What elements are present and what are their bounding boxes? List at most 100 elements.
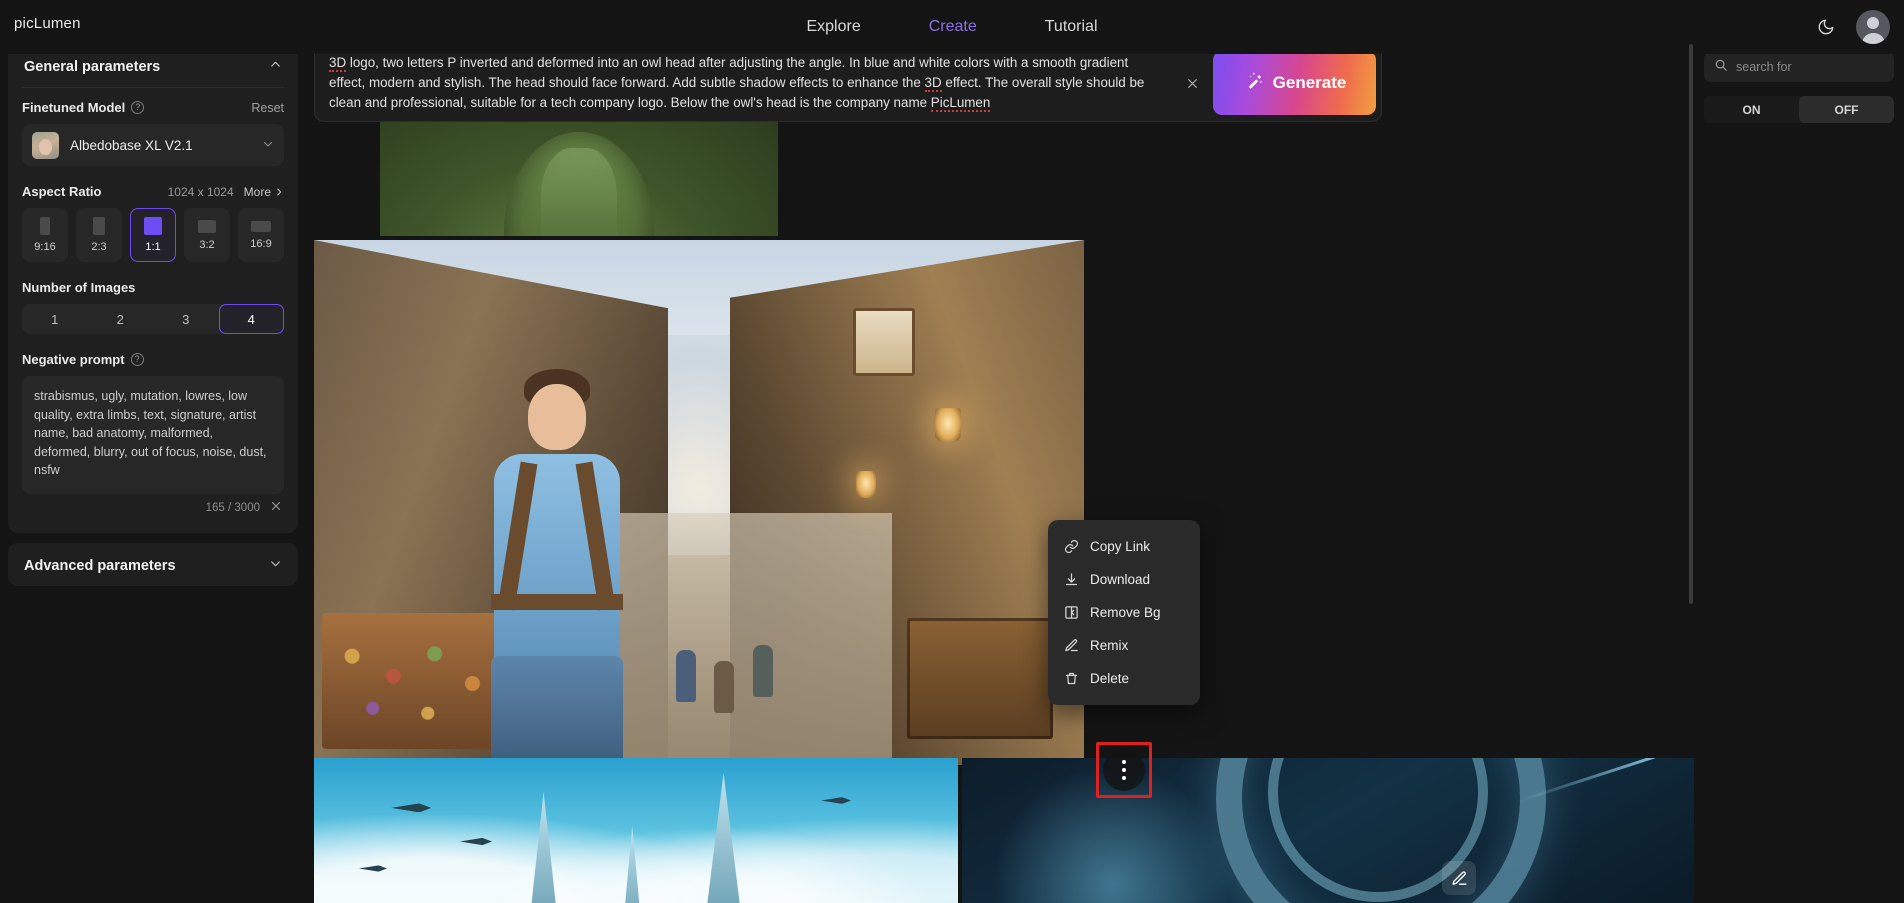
- aspect-ratio-option-3-2[interactable]: 3:2: [184, 208, 230, 262]
- aspect-ratio-option-1-1[interactable]: 1:1: [130, 208, 176, 262]
- number-of-images-row: Number of Images: [22, 280, 284, 295]
- prompt-line2-c: effect. The overall style should be: [942, 75, 1145, 90]
- gallery-tile-scifi-sky[interactable]: [314, 758, 958, 903]
- gallery-tile-market-street[interactable]: [314, 240, 1084, 765]
- context-menu-item-remix[interactable]: Remix: [1048, 629, 1200, 662]
- gallery-tile-space-station[interactable]: [962, 758, 1694, 903]
- more-label: More: [244, 185, 271, 199]
- prompt-line3-spell: PicLumen: [931, 95, 991, 112]
- aspect-ratio-more-button[interactable]: More: [244, 185, 284, 199]
- negative-prompt-value: strabismus, ugly, mutation, lowres, low …: [34, 387, 272, 480]
- context-menu-label: Download: [1090, 572, 1150, 587]
- chevron-up-icon[interactable]: [269, 58, 282, 75]
- aspect-ratio-option-9-16[interactable]: 9:16: [22, 208, 68, 262]
- generate-button-label: Generate: [1273, 73, 1347, 93]
- advanced-parameters-title: Advanced parameters: [24, 558, 176, 574]
- aspect-ratio-option-label: 16:9: [250, 238, 271, 250]
- remove-bg-icon: [1064, 605, 1079, 620]
- nav-item-create[interactable]: Create: [929, 18, 977, 36]
- aspect-ratio-row: Aspect Ratio 1024 x 1024 More: [22, 184, 284, 199]
- aspect-ratio-option-label: 1:1: [145, 241, 160, 253]
- context-menu-item-remove-bg[interactable]: Remove Bg: [1048, 596, 1200, 629]
- top-bar: picLumen Explore Create Tutorial: [0, 0, 1904, 54]
- model-selected-name: Albedobase XL V2.1: [70, 138, 251, 153]
- context-menu-item-copy-link[interactable]: Copy Link: [1048, 530, 1200, 563]
- visibility-toggle: ON OFF: [1704, 96, 1894, 123]
- download-icon: [1064, 572, 1079, 587]
- left-sidebar: General parameters Finetuned Model ? Res…: [0, 44, 306, 903]
- market-street-art: [314, 240, 1084, 765]
- generate-button[interactable]: Generate: [1213, 51, 1376, 115]
- aspect-ratio-dimensions: 1024 x 1024: [168, 185, 234, 199]
- nav-item-explore[interactable]: Explore: [806, 18, 860, 36]
- aspect-ratio-option-16-9[interactable]: 16:9: [238, 208, 284, 262]
- advanced-parameters-header[interactable]: Advanced parameters: [8, 543, 298, 586]
- toggle-option-on[interactable]: ON: [1704, 96, 1799, 123]
- finetuned-model-label: Finetuned Model: [22, 100, 125, 115]
- clear-prompt-button[interactable]: [1179, 70, 1205, 96]
- gallery-scrollbar[interactable]: [1689, 44, 1693, 604]
- aspect-ratio-option-2-3[interactable]: 2:3: [76, 208, 122, 262]
- context-menu-item-delete[interactable]: Delete: [1048, 662, 1200, 695]
- context-menu-item-download[interactable]: Download: [1048, 563, 1200, 596]
- model-thumbnail: [32, 132, 59, 159]
- number-of-images-option-2[interactable]: 2: [88, 304, 154, 334]
- aspect-ratio-option-label: 9:16: [34, 241, 55, 253]
- aspect-ratio-option-label: 2:3: [91, 241, 106, 253]
- number-of-images-options: 1 2 3 4: [22, 304, 284, 334]
- chevron-down-icon[interactable]: [269, 557, 282, 574]
- negative-prompt-field[interactable]: strabismus, ugly, mutation, lowres, low …: [22, 376, 284, 494]
- number-of-images-option-3[interactable]: 3: [153, 304, 219, 334]
- prompt-input[interactable]: 3D logo, two letters P inverted and defo…: [315, 45, 1179, 120]
- negative-prompt-footer: 165 / 3000: [22, 494, 284, 517]
- general-parameters-panel: General parameters Finetuned Model ? Res…: [8, 44, 298, 533]
- avatar[interactable]: [1856, 10, 1890, 44]
- prompt-line3-a: clean and professional, suitable for a t…: [329, 95, 931, 110]
- general-parameters-body: Finetuned Model ? Reset Albedobase XL V2…: [8, 88, 298, 533]
- finetuned-model-row: Finetuned Model ? Reset: [22, 100, 284, 115]
- advanced-parameters-panel: Advanced parameters: [8, 543, 298, 586]
- nav-item-tutorial[interactable]: Tutorial: [1045, 18, 1098, 36]
- pencil-fab-icon[interactable]: [1442, 861, 1476, 895]
- prompt-line2-spell: 3D: [925, 75, 942, 92]
- gallery-tile-armor[interactable]: [380, 106, 778, 236]
- finetuned-model-select[interactable]: Albedobase XL V2.1: [22, 124, 284, 166]
- main-nav: Explore Create Tutorial: [0, 0, 1904, 54]
- trash-icon: [1064, 671, 1079, 686]
- prompt-line1-rest: logo, two letters P inverted and deforme…: [346, 55, 1128, 70]
- moon-icon[interactable]: [1814, 15, 1838, 39]
- right-sidebar: search for ON OFF: [1694, 44, 1904, 903]
- search-placeholder: search for: [1736, 60, 1792, 74]
- magic-wand-icon: [1243, 70, 1264, 96]
- number-of-images-label: Number of Images: [22, 280, 135, 295]
- context-menu-label: Delete: [1090, 671, 1129, 686]
- aspect-ratio-option-label: 3:2: [199, 239, 214, 251]
- prompt-line2-a: effect, modern and stylish. The head sho…: [329, 75, 925, 90]
- link-icon: [1064, 539, 1079, 554]
- toggle-option-off[interactable]: OFF: [1799, 96, 1894, 123]
- negative-prompt-row: Negative prompt ?: [22, 352, 284, 367]
- clear-negative-prompt-button[interactable]: [270, 500, 282, 515]
- info-icon[interactable]: ?: [131, 101, 144, 114]
- pencil-icon: [1064, 638, 1079, 653]
- aspect-ratio-label: Aspect Ratio: [22, 184, 101, 199]
- context-menu-label: Copy Link: [1090, 539, 1150, 554]
- more-options-highlight: [1096, 742, 1152, 798]
- space-station-art: [962, 758, 1694, 903]
- number-of-images-option-4[interactable]: 4: [219, 304, 285, 334]
- reset-button[interactable]: Reset: [251, 101, 284, 115]
- search-icon: [1714, 58, 1728, 77]
- image-gallery: [314, 44, 1694, 903]
- negative-prompt-counter: 165 / 3000: [206, 502, 260, 514]
- more-options-button[interactable]: [1103, 749, 1145, 791]
- search-input[interactable]: search for: [1704, 52, 1894, 82]
- context-menu-label: Remove Bg: [1090, 605, 1161, 620]
- number-of-images-option-1[interactable]: 1: [22, 304, 88, 334]
- general-parameters-title: General parameters: [24, 59, 160, 75]
- negative-prompt-label: Negative prompt: [22, 352, 125, 367]
- context-menu-label: Remix: [1090, 638, 1128, 653]
- chevron-down-icon[interactable]: [262, 138, 274, 153]
- prompt-line1-spell: 3D: [329, 55, 346, 72]
- prompt-bar: 3D logo, two letters P inverted and defo…: [314, 44, 1382, 122]
- info-icon[interactable]: ?: [131, 353, 144, 366]
